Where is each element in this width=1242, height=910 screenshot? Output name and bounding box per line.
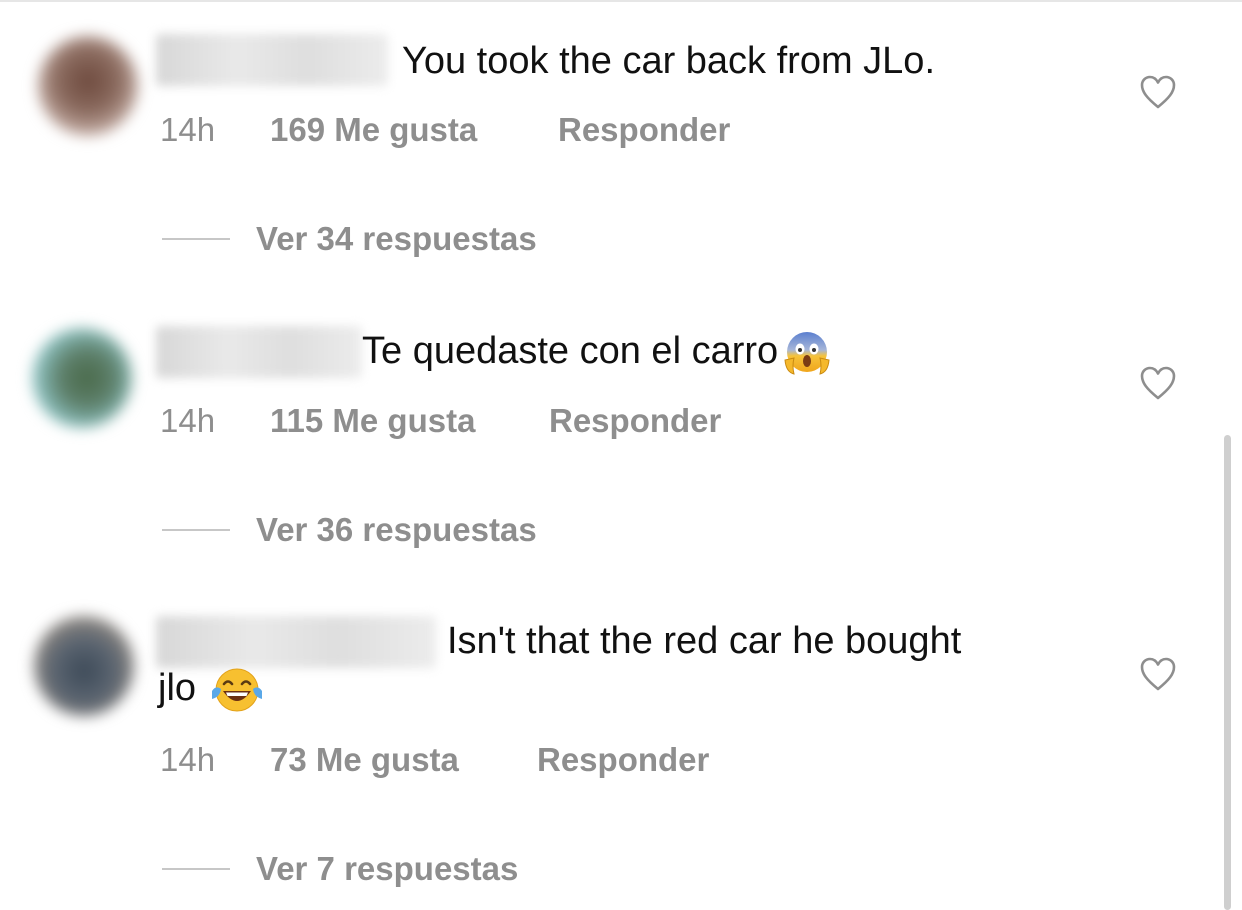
comment-text-content: Te quedaste con el carro bbox=[362, 330, 779, 373]
reply-button[interactable]: Responder bbox=[549, 401, 721, 441]
reply-button[interactable]: Responder bbox=[537, 740, 709, 780]
top-divider bbox=[0, 0, 1242, 2]
heart-outline-icon[interactable] bbox=[1139, 365, 1177, 401]
comment-text: Te quedaste con el carro bbox=[362, 328, 832, 378]
username-blurred[interactable] bbox=[156, 326, 362, 378]
view-replies-label: Ver 36 respuestas bbox=[256, 511, 537, 548]
username-blurred[interactable] bbox=[156, 616, 436, 668]
comment-time: 14h bbox=[160, 741, 216, 778]
scrollbar[interactable] bbox=[1224, 435, 1231, 910]
comment-time: 14h bbox=[160, 111, 216, 148]
heart-outline-icon[interactable] bbox=[1139, 74, 1177, 110]
replies-divider-line bbox=[162, 529, 230, 531]
replies-divider-line bbox=[162, 238, 230, 240]
avatar[interactable] bbox=[38, 36, 138, 136]
view-replies-label: Ver 34 respuestas bbox=[256, 220, 537, 257]
comment-text: Isn't that the red car he bought bbox=[447, 620, 962, 662]
likes-count[interactable]: 73 Me gusta bbox=[270, 740, 459, 780]
comment-text: You took the car back from JLo. bbox=[402, 40, 936, 82]
avatar[interactable] bbox=[34, 616, 134, 716]
heart-outline-icon[interactable] bbox=[1139, 656, 1177, 692]
comment-text-continued: jlo bbox=[158, 665, 266, 715]
comment-text-content: jlo bbox=[158, 667, 197, 710]
avatar[interactable] bbox=[32, 328, 132, 428]
username-blurred[interactable] bbox=[156, 34, 388, 86]
likes-count[interactable]: 169 Me gusta bbox=[270, 110, 477, 150]
likes-count[interactable]: 115 Me gusta bbox=[270, 401, 475, 441]
view-replies-label: Ver 7 respuestas bbox=[256, 850, 519, 887]
reply-button[interactable]: Responder bbox=[558, 110, 730, 150]
screaming-face-emoji bbox=[784, 332, 830, 375]
replies-divider-line bbox=[162, 868, 230, 870]
tears-of-joy-emoji bbox=[212, 668, 263, 712]
comment-time: 14h bbox=[160, 402, 216, 439]
